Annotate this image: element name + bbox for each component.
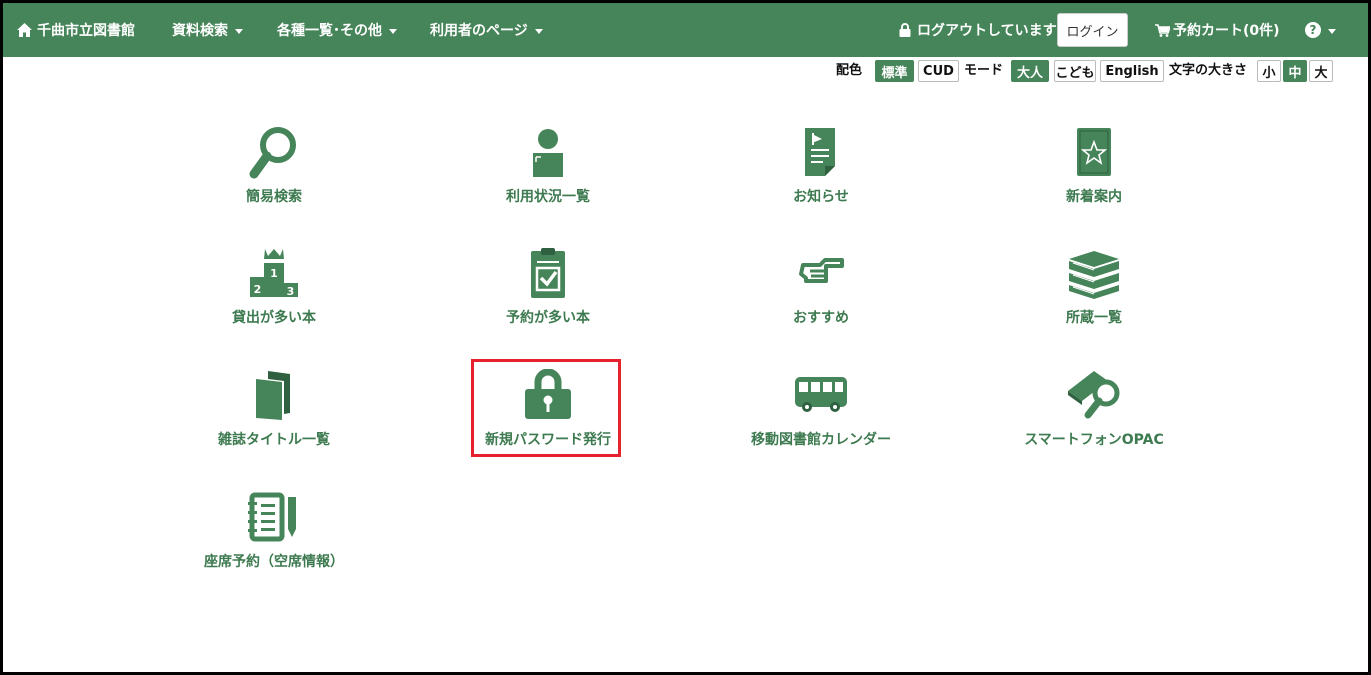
lock-icon — [899, 23, 911, 37]
tile-label: スマートフォンOPAC — [1024, 432, 1164, 448]
mode-label: モード — [964, 63, 1004, 78]
mode-option-english[interactable]: English — [1100, 60, 1164, 82]
reservation-cart[interactable]: 予約カート(0件) — [1155, 3, 1280, 57]
mode-option-adult[interactable]: 大人 — [1011, 60, 1049, 82]
login-button[interactable]: ログイン — [1057, 13, 1128, 47]
menu-lists[interactable]: 各種一覧･その他 — [277, 3, 397, 57]
logout-status-label: ログアウトしています — [917, 23, 1057, 39]
svg-text:1: 1 — [270, 267, 278, 280]
cart-icon — [1155, 23, 1170, 37]
book-stack-icon — [1069, 251, 1119, 299]
navbar: 千曲市立図書館 資料検索 各種一覧･その他 利用者のページ ログアウトしています… — [3, 3, 1368, 57]
svg-text:2: 2 — [254, 283, 262, 296]
home-link[interactable]: 千曲市立図書館 — [17, 3, 135, 57]
magazine-icon — [256, 371, 290, 420]
tile-new-arrivals[interactable]: 新着案内 — [979, 126, 1209, 222]
chevron-down-icon — [1328, 28, 1336, 34]
color-option-standard[interactable]: 標準 — [875, 60, 914, 82]
logout-status: ログアウトしています — [899, 3, 1057, 57]
tile-simple-search[interactable]: 簡易検索 — [159, 126, 389, 222]
tile-label: 雑誌タイトル一覧 — [218, 432, 330, 448]
book-search-icon — [1068, 371, 1120, 419]
tile-most-borrowed[interactable]: 1 2 3 貸出が多い本 — [159, 247, 389, 343]
font-size-label: 文字の大きさ — [1169, 63, 1248, 78]
menu-search[interactable]: 資料検索 — [172, 3, 243, 57]
tile-label: 貸出が多い本 — [232, 310, 316, 326]
chevron-down-icon — [534, 28, 543, 34]
highlight-box — [471, 359, 621, 457]
magnifier-icon — [249, 127, 296, 179]
notebook-pen-icon — [248, 492, 296, 542]
chevron-down-icon — [389, 28, 397, 34]
help-menu[interactable]: ? — [1305, 3, 1336, 57]
ranking-podium-icon: 1 2 3 — [250, 249, 298, 298]
tile-label: 所蔵一覧 — [1066, 310, 1122, 326]
pointing-hand-icon — [799, 258, 844, 283]
color-scheme-label: 配色 — [836, 63, 863, 78]
tile-most-reserved[interactable]: 予約が多い本 — [433, 247, 663, 343]
menu-search-label: 資料検索 — [172, 23, 228, 39]
size-option-small[interactable]: 小 — [1257, 60, 1281, 82]
clipboard-check-icon — [531, 248, 565, 298]
menu-user-page-label: 利用者のページ — [430, 23, 528, 39]
menu-lists-label: 各種一覧･その他 — [277, 23, 382, 39]
tile-label: 予約が多い本 — [506, 310, 590, 326]
brand-title: 千曲市立図書館 — [37, 23, 135, 39]
tile-mobile-library-calendar[interactable]: 移動図書館カレンダー — [706, 369, 936, 465]
user-icon — [533, 129, 563, 177]
tile-label: 移動図書館カレンダー — [751, 432, 891, 448]
tile-notices[interactable]: お知らせ — [706, 126, 936, 222]
mode-option-kids[interactable]: こども — [1054, 60, 1096, 82]
svg-text:3: 3 — [287, 285, 295, 298]
star-book-icon — [1077, 128, 1111, 176]
color-option-cud[interactable]: CUD — [918, 60, 959, 82]
tile-holdings[interactable]: 所蔵一覧 — [979, 247, 1209, 343]
tile-label: 座席予約（空席情報） — [204, 554, 344, 570]
menu-user-page[interactable]: 利用者のページ — [430, 3, 543, 57]
tile-label: お知らせ — [793, 189, 849, 205]
tile-label: 利用状況一覧 — [506, 189, 590, 205]
tile-smartphone-opac[interactable]: スマートフォンOPAC — [979, 369, 1209, 465]
tile-label: おすすめ — [793, 310, 849, 326]
cart-label: 予約カート(0件) — [1173, 23, 1280, 39]
tile-usage-status[interactable]: 利用状況一覧 — [433, 126, 663, 222]
help-icon: ? — [1305, 22, 1321, 38]
home-icon — [17, 23, 32, 37]
size-option-medium[interactable]: 中 — [1283, 60, 1307, 82]
notice-document-icon — [805, 128, 835, 176]
size-option-large[interactable]: 大 — [1309, 60, 1333, 82]
tile-seat-reservation[interactable]: 座席予約（空席情報） — [159, 491, 389, 587]
tile-recommended[interactable]: おすすめ — [706, 247, 936, 343]
tile-label: 簡易検索 — [246, 189, 302, 205]
tile-label: 新着案内 — [1066, 189, 1122, 205]
tile-magazine-titles[interactable]: 雑誌タイトル一覧 — [159, 369, 389, 465]
chevron-down-icon — [235, 28, 243, 34]
bus-icon — [795, 377, 847, 412]
